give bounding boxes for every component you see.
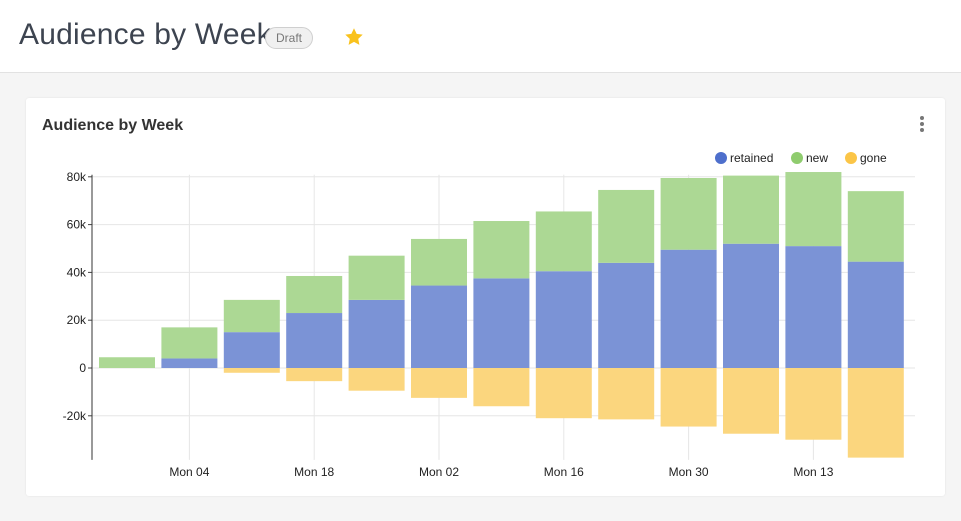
y-tick-label: 60k	[67, 218, 87, 232]
bar-new	[660, 177, 717, 250]
bar-new	[348, 255, 405, 300]
bar-retained	[411, 285, 467, 368]
legend-marker-new	[791, 152, 803, 164]
bar-retained	[598, 262, 655, 368]
bar-retained	[785, 246, 842, 368]
legend-label-gone: gone	[860, 151, 887, 165]
x-tick-label: Mon 13	[793, 465, 833, 479]
page-title: Audience by Week	[19, 18, 272, 51]
bar-gone	[348, 368, 405, 391]
bar-gone	[535, 368, 592, 419]
bar-gone	[411, 368, 467, 398]
bar-new	[161, 327, 218, 359]
bar-new	[535, 211, 592, 272]
bar-gone	[660, 368, 717, 427]
bar-retained	[660, 249, 717, 368]
bar-new	[223, 299, 280, 333]
legend-label-new: new	[806, 151, 828, 165]
legend-marker-retained	[715, 152, 727, 164]
bar-retained	[723, 243, 779, 368]
bar-gone	[223, 368, 280, 373]
chart: -20k 0 20k 40k 60k 80k Mon 04 Mon 18 Mon 02 Mon 1…	[63, 151, 915, 479]
star-icon[interactable]	[343, 26, 365, 48]
header-bar: Audience by Week Draft	[0, 0, 961, 73]
bar-new	[286, 275, 343, 314]
x-tick-label: Mon 04	[169, 465, 209, 479]
y-tick-label: -20k	[63, 409, 87, 423]
bar-gone	[286, 368, 343, 382]
legend-label-retained: retained	[730, 151, 773, 165]
chart-card: Audience by Week -20k 0 20k 40k 60k 80k Mon 04…	[26, 98, 945, 496]
bar-new	[723, 175, 779, 244]
bar-gone	[723, 368, 779, 434]
bar-new	[847, 191, 904, 262]
y-tick-label: 40k	[67, 265, 87, 279]
x-tick-label: Mon 18	[294, 465, 334, 479]
status-badge: Draft	[265, 27, 314, 49]
bar-new	[473, 221, 530, 279]
bar-retained	[847, 261, 904, 368]
bar-retained	[286, 313, 343, 368]
bar-retained	[223, 332, 280, 368]
legend-marker-gone	[845, 152, 857, 164]
y-tick-label: 80k	[67, 170, 87, 184]
bar-gone	[847, 368, 904, 458]
x-tick-label: Mon 02	[419, 465, 459, 479]
bar-retained	[348, 299, 405, 368]
bar-new	[411, 238, 467, 286]
bar-retained	[473, 278, 530, 368]
bar-gone	[473, 368, 530, 407]
y-tick-label: 20k	[67, 313, 87, 327]
bar-new	[785, 172, 842, 247]
bar-gone	[785, 368, 842, 440]
bar-new	[99, 357, 155, 368]
x-tick-label: Mon 16	[544, 465, 584, 479]
bar-retained	[535, 271, 592, 368]
bar-retained	[161, 358, 218, 368]
bar-gone	[598, 368, 655, 420]
x-tick-label: Mon 30	[669, 465, 709, 479]
bar-new	[598, 189, 655, 263]
y-tick-label: 0	[79, 361, 86, 375]
